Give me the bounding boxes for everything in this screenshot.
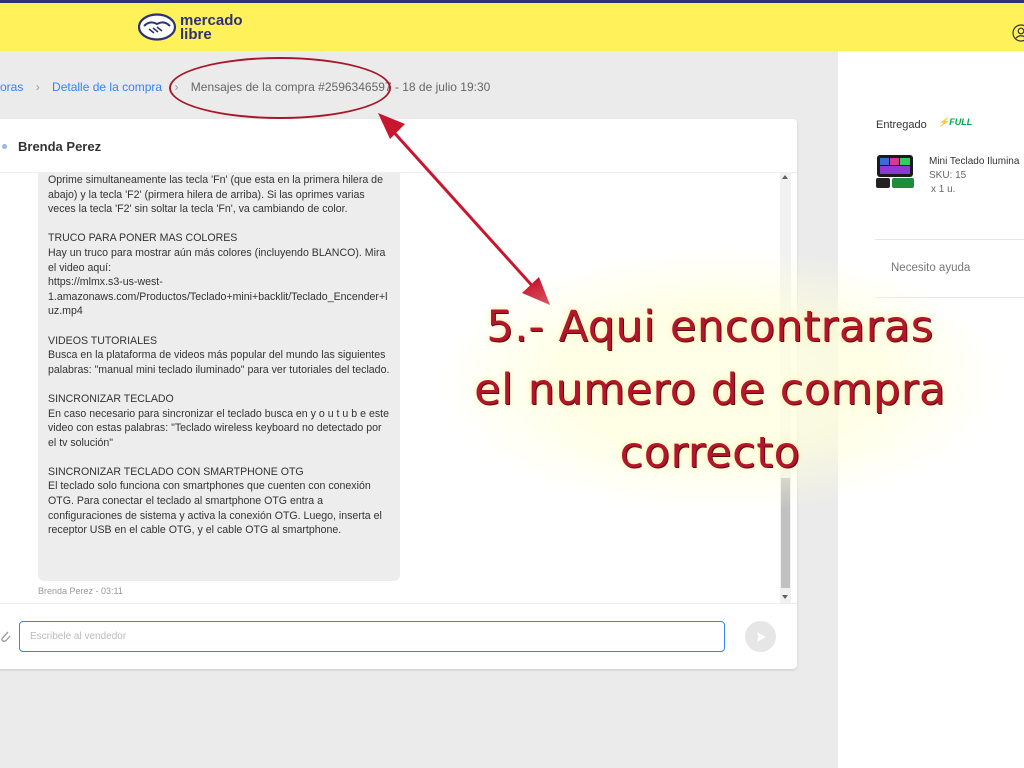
user-icon[interactable] [1012,24,1024,42]
logo-line-2: libre [180,26,212,43]
message-paragraph: Oprime simultaneamente las tecla 'Fn' (q… [48,174,386,216]
send-arrow-icon [756,631,766,642]
site-header: mercado libre [0,3,1024,51]
message-composer [0,603,797,669]
product-sku: SKU: 15 [929,170,967,181]
message-input[interactable] [19,621,725,652]
product-quantity: x 1 u. [931,184,956,195]
sidebar-divider [875,239,1024,240]
need-help-link[interactable]: Necesito ayuda [891,262,970,274]
product-thumbnail[interactable] [875,151,917,191]
mercado-libre-logo[interactable]: mercado libre [138,10,258,46]
product-name[interactable]: Mini Teclado Ilumina [929,156,1019,167]
annotation-line-3: correcto [619,428,801,478]
breadcrumb-purchases-link[interactable]: oras [0,80,23,94]
scroll-up-arrow-icon[interactable] [782,175,788,179]
handshake-logo-icon [138,13,177,41]
annotation-line-2: el numero de compra [474,365,946,415]
message-bubble: Oprime simultaneamente las tecla 'Fn' (q… [38,173,400,581]
send-button[interactable] [745,621,776,652]
scroll-down-arrow-icon[interactable] [782,595,788,599]
message-timestamp: Brenda Perez - 03:11 [38,586,123,596]
paperclip-icon[interactable] [0,628,12,644]
full-badge-label: FULL [949,117,973,127]
chevron-right-icon: › [35,80,40,94]
seller-status-dot [2,144,7,149]
message-paragraph: SINCRONIZAR TECLADO CON SMARTPHONE OTG E… [48,465,382,537]
seller-name: Brenda Perez [18,139,102,154]
full-shipping-badge: ⚡FULL [938,117,972,128]
logo-wordmark: mercado libre [180,13,243,43]
purchase-number-highlight-ellipse [169,57,391,119]
delivery-status: Entregado [876,119,927,131]
message-paragraph: SINCRONIZAR TECLADO En caso necesario pa… [48,392,389,449]
annotation-line-1: 5.- Aqui encontraras [486,302,934,352]
chat-header: Brenda Perez [0,119,797,173]
message-paragraph: TRUCO PARA PONER MAS COLORES Hay un truc… [48,232,388,318]
tutorial-annotation: 5.- Aqui encontraras el numero de compra… [450,296,970,485]
lightning-icon: ⚡ [938,117,950,127]
breadcrumb-purchase-detail-link[interactable]: Detalle de la compra [52,80,162,94]
message-paragraph: VIDEOS TUTORIALES Busca en la plataforma… [48,334,390,376]
